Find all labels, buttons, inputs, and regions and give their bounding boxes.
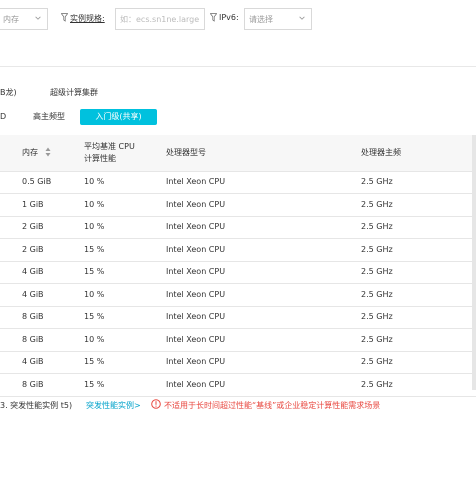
cell-freq: 2.5 GHz [361, 312, 393, 321]
filter-icon [61, 13, 68, 22]
cell-baseline: 15 % [84, 357, 105, 366]
cell-baseline: 10 % [84, 177, 105, 186]
table-row[interactable]: 8 GiB 10 % Intel Xeon CPU 2.5 GHz [0, 329, 476, 352]
instance-spec-placeholder: 如：ecs.sn1ne.large [120, 15, 200, 24]
ipv6-label: IPv6: [219, 13, 239, 22]
cell-memory: 8 GiB [22, 312, 44, 321]
warning-text: 不适用于长时间超过性能“基线”或企业稳定计算性能需求场景 [164, 401, 381, 410]
cell-memory: 4 GiB [22, 267, 44, 276]
cell-baseline: 15 % [84, 244, 105, 254]
cell-model: Intel Xeon CPU [166, 199, 226, 209]
ipv6-select-value: 请选择 [249, 15, 273, 24]
cell-baseline: 10 % [84, 334, 105, 344]
cell-freq: 2.5 GHz [361, 334, 393, 344]
tab-partial[interactable]: D [0, 109, 6, 125]
cell-freq: 2.5 GHz [361, 379, 393, 389]
cell-model: Intel Xeon CPU [166, 267, 226, 276]
header-processor-model: 处理器型号 [166, 148, 206, 157]
instance-spec-label: 实例规格: [70, 14, 105, 23]
table-row[interactable]: 8 GiB 15 % Intel Xeon CPU 2.5 GHz [0, 306, 476, 329]
table-row[interactable]: 4 GiB 10 % Intel Xeon CPU 2.5 GHz [0, 284, 476, 307]
cell-memory: 4 GiB [22, 357, 44, 366]
cell-memory: 8 GiB [22, 334, 44, 344]
cell-model: Intel Xeon CPU [166, 379, 226, 389]
memory-select-value: 内存 [3, 15, 19, 24]
header-memory[interactable]: 内存 [22, 147, 38, 158]
cell-memory: 4 GiB [22, 289, 44, 299]
memory-select[interactable]: 内存 [0, 8, 48, 30]
table-row[interactable]: 8 GiB 15 % Intel Xeon CPU 2.5 GHz [0, 374, 476, 397]
instance-spec-input[interactable]: 如：ecs.sn1ne.large [115, 8, 205, 30]
table-row[interactable]: 2 GiB 10 % Intel Xeon CPU 2.5 GHz [0, 216, 476, 239]
chevron-down-icon [35, 16, 41, 20]
cell-freq: 2.5 GHz [361, 357, 393, 366]
tab-high-frequency[interactable]: 高主频型 [33, 109, 65, 125]
table-row[interactable]: 4 GiB 15 % Intel Xeon CPU 2.5 GHz [0, 261, 476, 284]
cell-baseline: 15 % [84, 379, 105, 389]
cell-model: Intel Xeon CPU [166, 177, 226, 186]
cell-memory: 2 GiB [22, 244, 44, 254]
cell-baseline: 15 % [84, 267, 105, 276]
table-row[interactable]: 2 GiB 15 % Intel Xeon CPU 2.5 GHz [0, 239, 476, 262]
cell-memory: 0.5 GiB [22, 177, 52, 186]
ipv6-select[interactable]: 请选择 [244, 8, 312, 30]
cell-baseline: 10 % [84, 289, 105, 299]
cell-model: Intel Xeon CPU [166, 334, 226, 344]
cell-model: Intel Xeon CPU [166, 357, 226, 366]
sort-icon[interactable] [45, 147, 51, 157]
section-divider [0, 66, 476, 67]
warning-circle-icon [151, 399, 161, 409]
cell-model: Intel Xeon CPU [166, 244, 226, 254]
cell-freq: 2.5 GHz [361, 222, 393, 231]
cell-baseline: 15 % [84, 312, 105, 321]
table-header: 内存 平均基准 CPU 计算性能 处理器型号 处理器主频 [0, 135, 476, 172]
table-row[interactable]: 1 GiB 10 % Intel Xeon CPU 2.5 GHz [0, 194, 476, 217]
cell-freq: 2.5 GHz [361, 289, 393, 299]
filter-icon [210, 13, 217, 22]
header-baseline-line1: 平均基准 CPU [84, 142, 135, 151]
category-partial[interactable]: B龙) [0, 87, 17, 98]
cell-memory: 2 GiB [22, 222, 44, 231]
table-row[interactable]: 4 GiB 15 % Intel Xeon CPU 2.5 GHz [0, 351, 476, 374]
cell-model: Intel Xeon CPU [166, 312, 226, 321]
chevron-down-icon [299, 16, 305, 20]
header-processor-frequency: 处理器主频 [361, 148, 401, 157]
tab-entry-shared[interactable]: 入门级(共享) [80, 109, 157, 125]
table-scrollbar[interactable] [472, 135, 476, 390]
cell-model: Intel Xeon CPU [166, 222, 226, 231]
cell-model: Intel Xeon CPU [166, 289, 226, 299]
category-supercompute[interactable]: 超级计算集群 [50, 87, 98, 98]
cell-freq: 2.5 GHz [361, 267, 393, 276]
cell-baseline: 10 % [84, 222, 105, 231]
cell-freq: 2.5 GHz [361, 199, 393, 209]
cell-memory: 8 GiB [22, 379, 44, 389]
cell-freq: 2.5 GHz [361, 177, 393, 186]
cell-baseline: 10 % [84, 199, 105, 209]
burst-link[interactable]: 突发性能实例> [86, 400, 141, 411]
table-row[interactable]: 0.5 GiB 10 % Intel Xeon CPU 2.5 GHz [0, 171, 476, 194]
header-baseline-line2: 计算性能 [84, 154, 116, 163]
cell-memory: 1 GiB [22, 199, 44, 209]
cell-freq: 2.5 GHz [361, 244, 393, 254]
burst-note: 3. 突发性能实例 t5) [0, 401, 73, 410]
